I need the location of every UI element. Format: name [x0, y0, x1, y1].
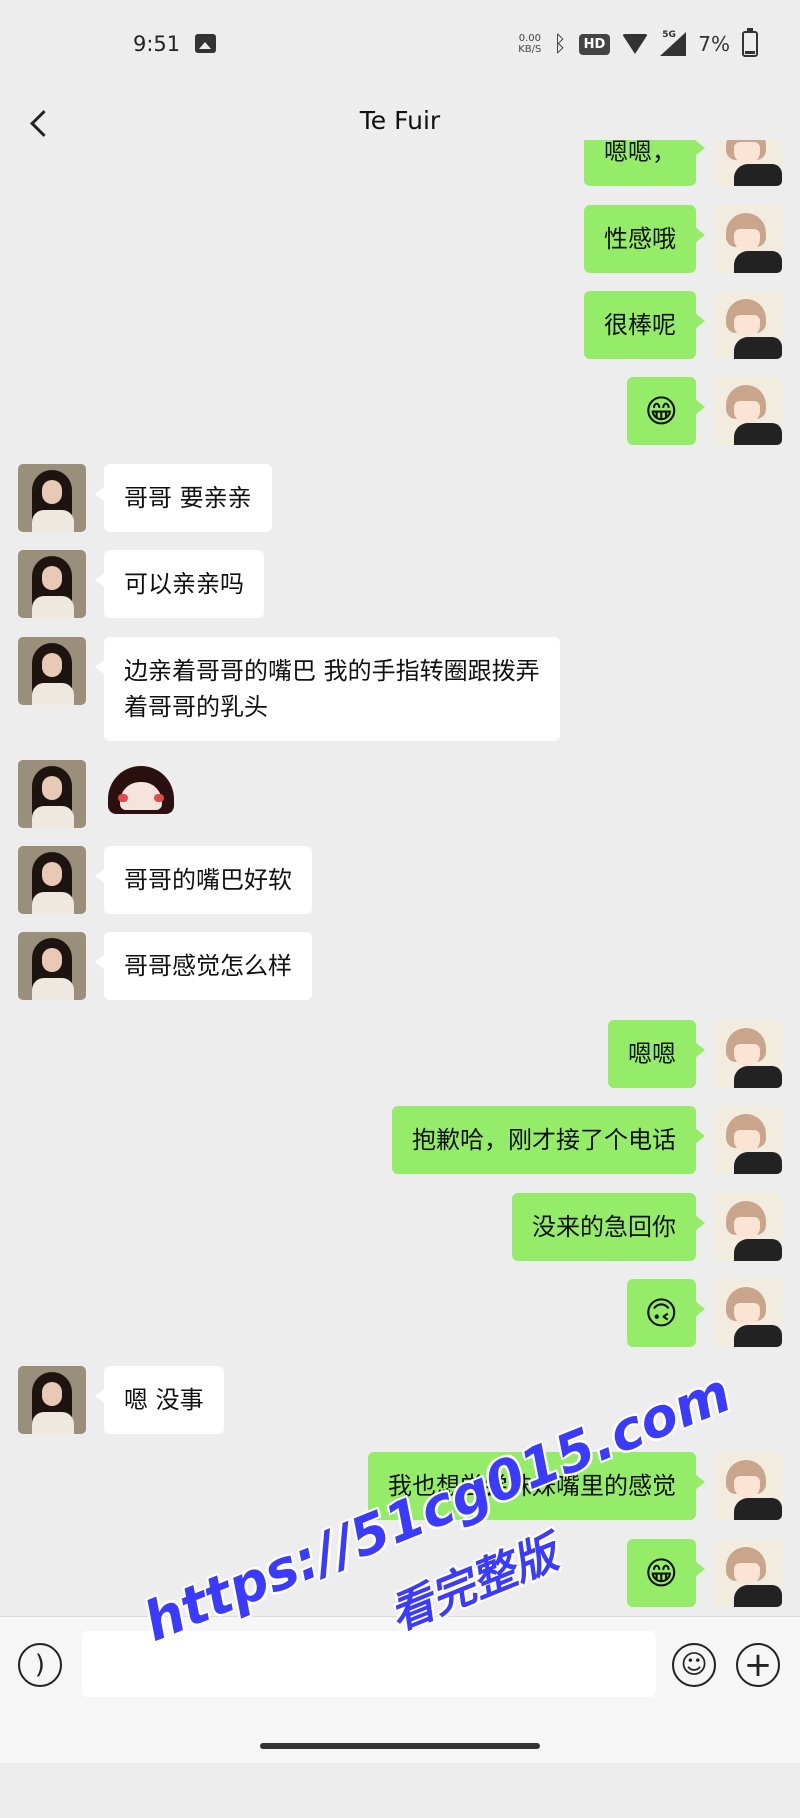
message-incoming: 哥哥 要亲亲	[18, 464, 272, 532]
message-bubble[interactable]: 哥哥的嘴巴好软	[95, 846, 312, 914]
my-avatar[interactable]	[714, 1279, 782, 1347]
contact-avatar[interactable]	[18, 932, 86, 1000]
contact-avatar[interactable]	[18, 464, 86, 532]
message-bubble[interactable]: 边亲着哥哥的嘴巴 我的手指转圈跟拨弄 着哥哥的乳头	[95, 637, 560, 741]
status-time: 9:51	[133, 32, 181, 56]
status-icons: 0.00 KB/S ᛒ HD 5G 7%	[518, 28, 758, 60]
input-bar: ) ☺ +	[0, 1616, 800, 1763]
message-outgoing: 😁	[626, 1539, 782, 1607]
contact-avatar[interactable]	[18, 550, 86, 618]
message-bubble[interactable]: 哥哥感觉怎么样	[95, 932, 312, 1000]
message-bubble[interactable]: 嗯嗯，	[584, 140, 705, 186]
emoji-icon[interactable]: ☺	[672, 1643, 716, 1687]
message-outgoing: 嗯嗯，	[584, 140, 782, 186]
emoji-upside-down-icon[interactable]: 🙃	[626, 1279, 706, 1347]
contact-avatar[interactable]	[18, 637, 86, 705]
message-outgoing: 性感哦	[584, 205, 782, 273]
penguin-sticker[interactable]	[104, 760, 178, 820]
hd-badge: HD	[578, 33, 611, 55]
message-outgoing: 我也想尝尝妹妹嘴里的感觉	[368, 1452, 782, 1520]
network-type: 5G	[662, 30, 676, 40]
message-bubble[interactable]: 性感哦	[584, 205, 705, 273]
emoji-grin-icon[interactable]: 😁	[626, 1539, 706, 1607]
message-incoming: 边亲着哥哥的嘴巴 我的手指转圈跟拨弄 着哥哥的乳头	[18, 637, 560, 741]
battery-percent: 7%	[698, 32, 730, 56]
my-avatar[interactable]	[714, 1020, 782, 1088]
message-bubble[interactable]: 可以亲亲吗	[95, 550, 264, 618]
my-avatar[interactable]	[714, 1452, 782, 1520]
message-outgoing: 😁	[626, 377, 782, 445]
net-speed-value: 0.00	[518, 33, 541, 44]
contact-avatar[interactable]	[18, 1366, 86, 1434]
plus-icon[interactable]: +	[736, 1643, 780, 1687]
message-incoming: 可以亲亲吗	[18, 550, 264, 618]
contact-avatar[interactable]	[18, 760, 86, 828]
wifi-icon	[622, 34, 649, 54]
message-bubble[interactable]: 嗯嗯	[608, 1020, 705, 1088]
message-incoming: 嗯 没事	[18, 1366, 224, 1434]
net-speed-unit: KB/S	[518, 44, 542, 55]
chat-title: Te Fuir	[359, 106, 441, 135]
my-avatar[interactable]	[714, 1193, 782, 1261]
my-avatar[interactable]	[714, 377, 782, 445]
bluetooth-icon: ᛒ	[553, 31, 567, 57]
message-incoming	[18, 760, 178, 828]
status-bar: 9:51 0.00 KB/S ᛒ HD 5G 7%	[0, 0, 800, 88]
home-indicator[interactable]	[260, 1743, 540, 1749]
net-speed: 0.00 KB/S	[518, 33, 541, 55]
signal-icon: 5G	[660, 30, 687, 56]
my-avatar[interactable]	[714, 291, 782, 359]
message-incoming: 哥哥的嘴巴好软	[18, 846, 312, 914]
message-bubble[interactable]: 抱歉哈，刚才接了个电话	[392, 1106, 705, 1174]
message-list[interactable]: 嗯嗯， 性感哦 很棒呢 😁 哥哥 要亲亲 可以亲亲吗 边亲着哥哥的嘴巴 我的手指…	[0, 140, 800, 1616]
my-avatar[interactable]	[714, 1539, 782, 1607]
battery-icon	[742, 28, 758, 57]
message-bubble[interactable]: 我也想尝尝妹妹嘴里的感觉	[368, 1452, 705, 1520]
message-input[interactable]	[82, 1631, 656, 1697]
message-bubble[interactable]: 嗯 没事	[95, 1366, 224, 1434]
gallery-icon	[195, 34, 216, 53]
message-outgoing: 很棒呢	[584, 291, 782, 359]
message-bubble[interactable]: 没来的急回你	[512, 1193, 705, 1261]
message-outgoing: 🙃	[626, 1279, 782, 1347]
emoji-grin-icon[interactable]: 😁	[626, 377, 706, 445]
contact-avatar[interactable]	[18, 846, 86, 914]
my-avatar[interactable]	[714, 205, 782, 273]
message-bubble[interactable]: 哥哥 要亲亲	[95, 464, 272, 532]
message-outgoing: 没来的急回你	[512, 1193, 782, 1261]
message-incoming: 哥哥感觉怎么样	[18, 932, 312, 1000]
voice-icon[interactable]: )	[18, 1643, 62, 1687]
message-outgoing: 抱歉哈，刚才接了个电话	[392, 1106, 782, 1174]
my-avatar[interactable]	[714, 1106, 782, 1174]
my-avatar[interactable]	[714, 140, 782, 186]
message-outgoing: 嗯嗯	[608, 1020, 782, 1088]
message-bubble[interactable]: 很棒呢	[584, 291, 705, 359]
